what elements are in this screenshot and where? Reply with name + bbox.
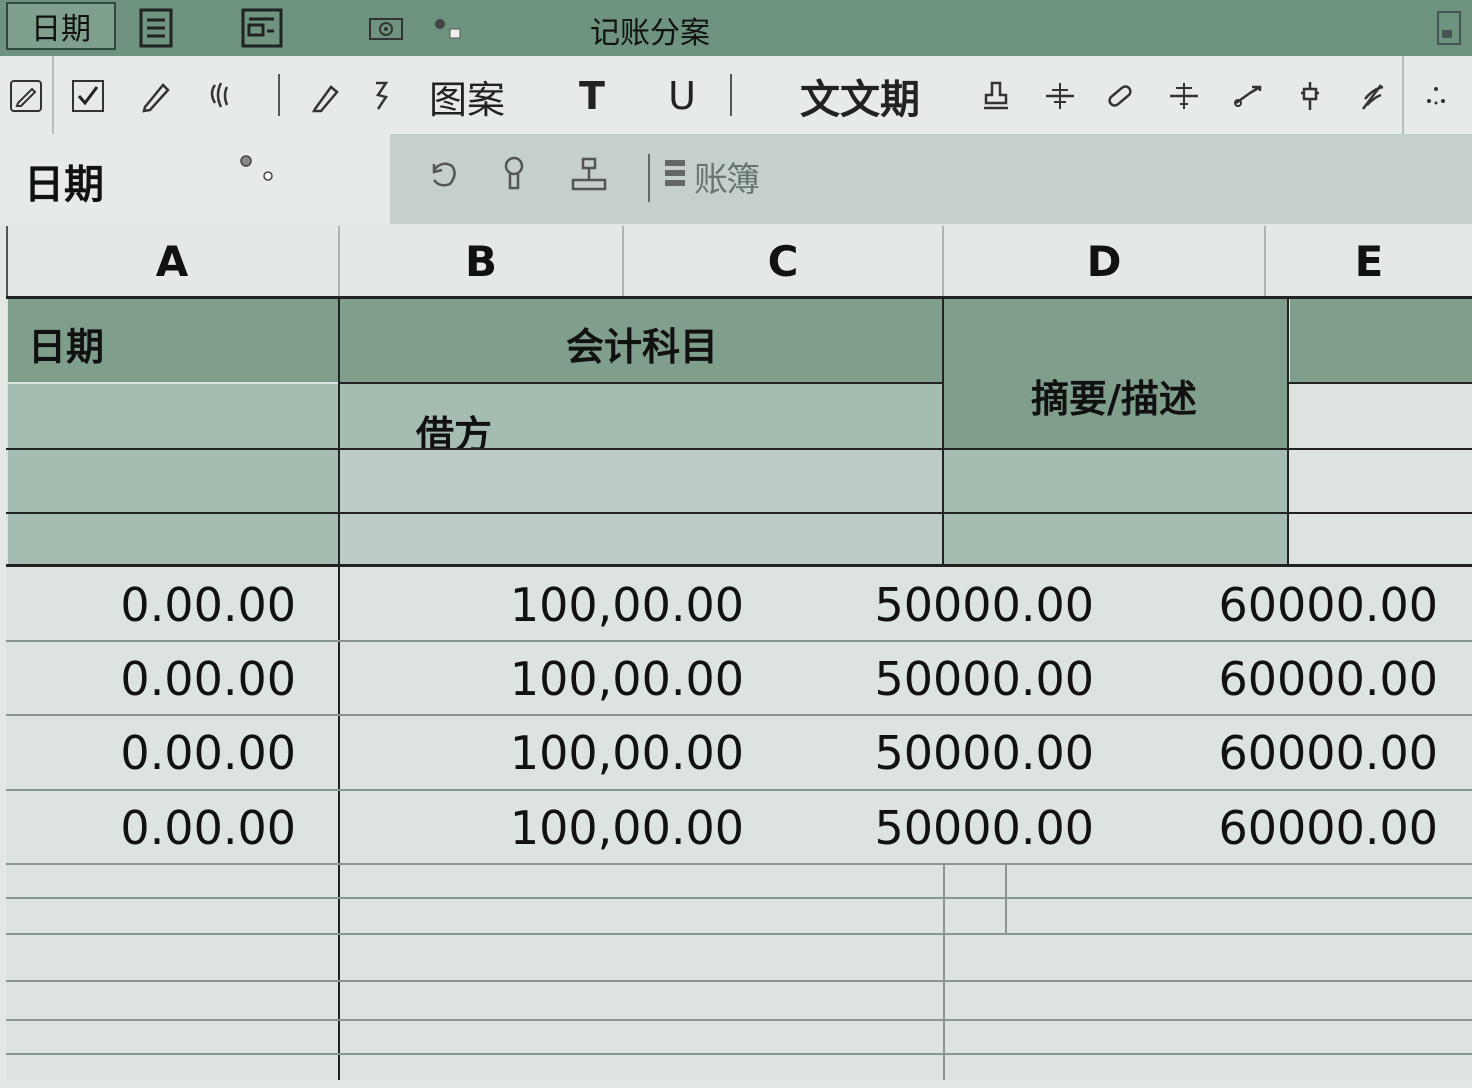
- more-icon[interactable]: [1414, 70, 1458, 122]
- cell-b-4[interactable]: 100,00.00: [340, 791, 744, 865]
- column-header-a[interactable]: A: [6, 226, 340, 296]
- blank-row-d[interactable]: [944, 450, 1288, 564]
- header-row2-a[interactable]: [8, 384, 340, 448]
- cell-a-3[interactable]: 0.00.00: [8, 716, 296, 790]
- edit-box-icon[interactable]: [4, 70, 48, 122]
- cell-e-2[interactable]: 60000.00: [1150, 642, 1439, 716]
- formula-area[interactable]: [390, 134, 1472, 224]
- feather-icon[interactable]: [1352, 70, 1392, 122]
- header-date-label: 日期: [28, 325, 105, 369]
- cell-c-3[interactable]: 50000.00: [800, 716, 1095, 790]
- cell-a-2[interactable]: 0.00.00: [8, 642, 296, 716]
- cell-c-2[interactable]: 50000.00: [800, 642, 1095, 716]
- grid-line: [6, 512, 1472, 514]
- plug-icon[interactable]: [1290, 70, 1330, 122]
- brush-icon[interactable]: [200, 70, 240, 122]
- grid-line: [1005, 865, 1007, 935]
- toolbar-divider: [52, 56, 54, 134]
- document-icon[interactable]: [134, 6, 178, 50]
- stamp-icon[interactable]: [976, 70, 1016, 122]
- cell-a-1[interactable]: 0.00.00: [8, 568, 296, 642]
- app-title: 记账分案: [590, 16, 710, 51]
- column-header-d[interactable]: D: [944, 226, 1266, 296]
- column-header-c[interactable]: C: [624, 226, 944, 296]
- camera-icon[interactable]: [366, 6, 406, 50]
- grid-line: [6, 296, 1472, 299]
- cell-b-2[interactable]: 100,00.00: [340, 642, 744, 716]
- grid-line: [6, 933, 1472, 935]
- grid-line: [1287, 296, 1289, 566]
- text-style-button[interactable]: 文文期: [790, 70, 930, 123]
- toolbar-divider: [278, 74, 280, 116]
- grid-line: [340, 382, 944, 384]
- cell-e-1[interactable]: 60000.00: [1150, 568, 1439, 642]
- list-icon[interactable]: [662, 156, 690, 196]
- text-t-button[interactable]: T: [570, 70, 614, 122]
- grid-line: [6, 1019, 1472, 1021]
- toolbar-divider: [730, 74, 732, 116]
- pen-icon[interactable]: [306, 70, 346, 122]
- grid-line: [1288, 382, 1472, 384]
- header-account-label: 会计科目: [565, 325, 718, 369]
- cell-a-4[interactable]: 0.00.00: [8, 791, 296, 865]
- blank-row-a[interactable]: [8, 450, 340, 564]
- title-tab[interactable]: 日期: [6, 2, 116, 50]
- grid-line: [6, 897, 1472, 899]
- column-header-e[interactable]: E: [1266, 226, 1472, 296]
- grid-line: [942, 296, 944, 566]
- form-icon[interactable]: [238, 6, 286, 50]
- name-box[interactable]: 日期: [24, 152, 104, 210]
- checkbox-icon[interactable]: [66, 70, 110, 122]
- formula-content: 账簿: [694, 160, 760, 200]
- cell-e-3[interactable]: 60000.00: [1150, 716, 1439, 790]
- grid-line: [6, 1053, 1472, 1055]
- header-summary-label: 摘要/描述: [1031, 377, 1197, 421]
- cursor-icon[interactable]: [366, 70, 396, 122]
- key-icon[interactable]: [1228, 70, 1268, 122]
- cell-c-4[interactable]: 50000.00: [800, 791, 1095, 865]
- undo-icon[interactable]: [426, 156, 462, 196]
- shapes-icon[interactable]: [428, 6, 468, 50]
- strike-icon[interactable]: [1040, 70, 1080, 122]
- formula-divider: [648, 154, 650, 202]
- header-row2-e[interactable]: [1290, 384, 1472, 448]
- pencil-icon[interactable]: [136, 70, 176, 122]
- header-e-cell[interactable]: [1290, 298, 1472, 382]
- tip-icon[interactable]: [496, 154, 532, 196]
- pattern-button[interactable]: 图案: [422, 70, 512, 122]
- underline-button[interactable]: U: [660, 70, 704, 122]
- column-header-b[interactable]: B: [340, 226, 624, 296]
- link-icon[interactable]: [1100, 70, 1140, 122]
- cell-c-1[interactable]: 50000.00: [800, 568, 1095, 642]
- blank-row-b[interactable]: [340, 450, 944, 564]
- org-chart-icon[interactable]: [570, 156, 610, 196]
- divide-icon[interactable]: [1164, 70, 1204, 122]
- cell-b-1[interactable]: 100,00.00: [340, 568, 744, 642]
- grid-line: [6, 448, 1472, 450]
- toolbar-divider: [1402, 56, 1404, 134]
- grid-line: [6, 980, 1472, 982]
- window-icon[interactable]: [1432, 6, 1466, 50]
- grid-line: [943, 865, 945, 1080]
- cell-b-3[interactable]: 100,00.00: [340, 716, 744, 790]
- grid-line: [6, 564, 1472, 567]
- name-box-dots-icon: [238, 154, 278, 184]
- cell-e-4[interactable]: 60000.00: [1150, 791, 1439, 865]
